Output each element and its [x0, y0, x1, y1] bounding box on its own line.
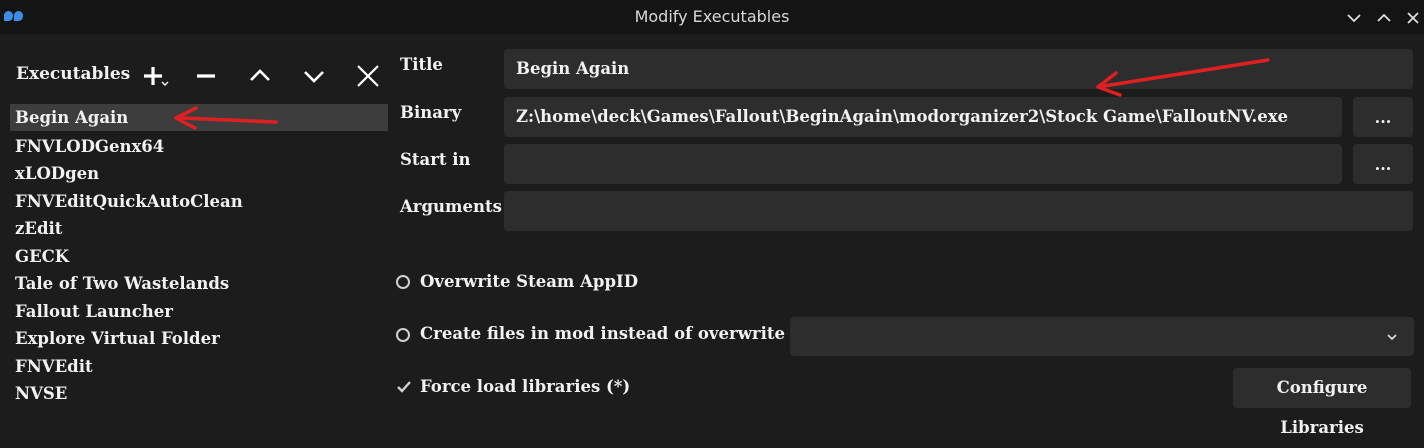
chevron-up-icon [250, 69, 270, 81]
arguments-label: Arguments [400, 197, 502, 216]
title-label: Title [400, 55, 443, 74]
list-item[interactable]: Fallout Launcher [10, 298, 388, 325]
overwrite-appid-radio[interactable] [396, 275, 410, 289]
arguments-input[interactable] [504, 191, 1413, 231]
overwrite-appid-label: Overwrite Steam AppID [420, 272, 639, 291]
window-title: Modify Executables [634, 7, 790, 26]
mod-select-dropdown[interactable] [790, 317, 1414, 356]
binary-label: Binary [400, 103, 462, 122]
executables-label: Executables [16, 64, 131, 84]
list-item[interactable]: Begin Again [10, 104, 388, 131]
list-item[interactable]: Tale of Two Wastelands [10, 270, 388, 297]
remove-executable-button[interactable] [190, 60, 222, 92]
create-files-in-mod-label: Create files in mod instead of overwrite… [420, 324, 815, 343]
add-executable-button[interactable] [138, 60, 170, 92]
title-input[interactable]: Begin Again [504, 49, 1413, 89]
executables-list: Begin Again FNVLODGenx64 xLODgen FNVEdit… [10, 104, 388, 424]
start-in-input[interactable] [504, 144, 1342, 184]
clear-button[interactable] [352, 60, 384, 92]
chevron-down-icon [1387, 334, 1397, 341]
chevron-down-icon [304, 71, 324, 83]
binary-input[interactable]: Z:\home\deck\Games\Fallout\BeginAgain\mo… [504, 97, 1342, 137]
list-item[interactable]: zEdit [10, 215, 388, 242]
force-load-label: Force load libraries (*) [420, 377, 631, 396]
configure-libraries-button[interactable]: Configure Libraries [1233, 368, 1411, 437]
list-item[interactable]: GECK [10, 243, 388, 270]
maximize-icon[interactable] [1374, 8, 1394, 28]
browse-binary-button[interactable]: ... [1353, 97, 1413, 137]
list-item[interactable]: FNVEditQuickAutoClean [10, 188, 388, 215]
list-item[interactable]: FNVLODGenx64 [10, 133, 388, 160]
minus-icon [197, 74, 215, 78]
minimize-icon[interactable] [1344, 8, 1364, 28]
list-item[interactable]: NVSE [10, 380, 388, 407]
create-files-in-mod-radio[interactable] [396, 328, 410, 342]
browse-start-in-button[interactable]: ... [1353, 144, 1413, 184]
close-icon[interactable] [1403, 8, 1423, 28]
start-in-label: Start in [400, 150, 471, 169]
list-item[interactable]: Explore Virtual Folder [10, 325, 388, 352]
x-icon [357, 65, 379, 87]
plus-icon [144, 67, 169, 86]
force-load-checkbox[interactable] [396, 379, 412, 395]
move-up-button[interactable] [244, 60, 276, 92]
title-bar: Modify Executables [0, 0, 1424, 34]
list-item[interactable]: FNVEdit [10, 353, 388, 380]
list-item[interactable]: xLODgen [10, 160, 388, 187]
move-down-button[interactable] [298, 60, 330, 92]
